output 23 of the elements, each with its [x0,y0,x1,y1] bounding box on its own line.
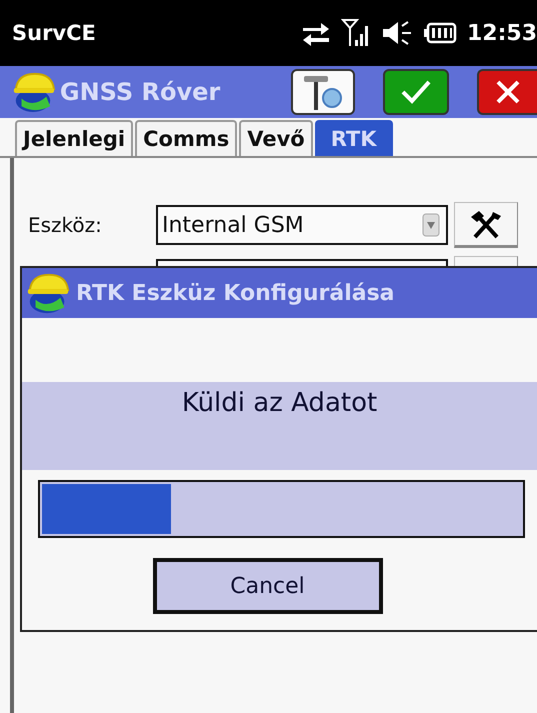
confirm-button[interactable] [383,69,449,115]
field-label: Eszköz: [28,213,103,237]
close-icon [495,79,521,105]
clock-time: 12:53 [466,20,537,46]
tab[interactable]: Jelenlegi [15,120,134,156]
speaker-icon[interactable] [380,20,413,46]
close-button[interactable] [477,69,537,115]
battery-icon[interactable] [422,22,457,44]
tab[interactable]: Vevő [239,120,313,156]
checkmark-icon [400,79,432,105]
dialog-title: RTK Eszküz Konfigurálása [76,280,395,306]
hammer-wrench-icon [469,209,503,239]
status-message: Küldi az Adatot [182,388,378,420]
tab[interactable]: RTK [314,120,393,156]
app-name: SurvCE [12,21,96,45]
receiver-settings-button[interactable] [291,69,355,115]
window-title: GNSS Róver [60,78,222,106]
signal-icon[interactable] [340,18,371,48]
hard-hat-figure-icon [26,271,70,315]
tool-button[interactable] [454,202,518,248]
cancel-button[interactable]: Cancel [152,558,382,614]
tab[interactable]: Comms [135,120,238,156]
device-dropdown[interactable]: Internal GSM [156,205,448,245]
